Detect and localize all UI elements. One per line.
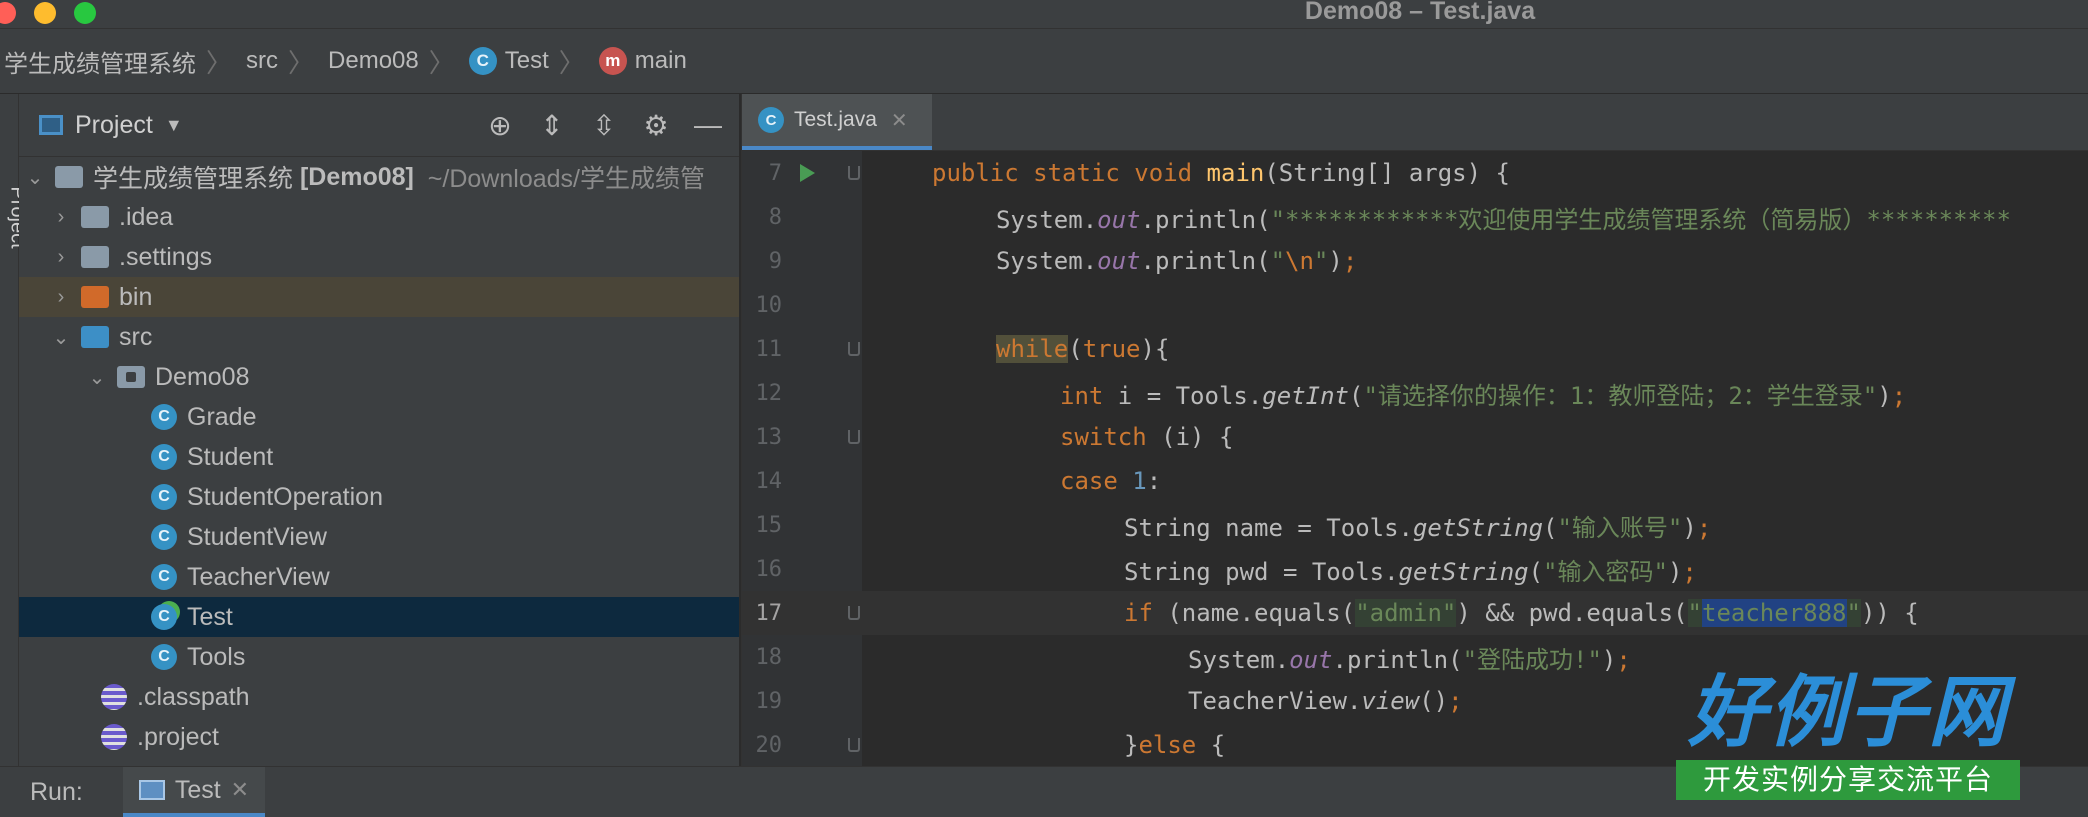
chevron-down-icon[interactable]: ⌄ bbox=[25, 165, 45, 190]
run-gutter-icon[interactable] bbox=[800, 164, 815, 182]
method-icon: m bbox=[598, 47, 627, 75]
folder-icon bbox=[81, 246, 109, 268]
class-icon: C bbox=[151, 484, 177, 510]
tree-item-class[interactable]: C Student bbox=[19, 437, 739, 477]
code-line: 12 int i = Tools.getInt("请选择你的操作：1：教师登陆；… bbox=[755, 380, 1907, 410]
left-tool-strip: Project bbox=[0, 94, 29, 766]
tree-item-class[interactable]: C StudentOperation bbox=[19, 477, 739, 517]
close-tab-icon[interactable]: ✕ bbox=[231, 777, 249, 803]
package-icon bbox=[117, 366, 145, 388]
chevron-right-icon: 〉 bbox=[558, 47, 585, 78]
tree-item-package[interactable]: ⌄ Demo08 bbox=[19, 357, 739, 397]
run-label: Run: bbox=[30, 777, 83, 806]
chevron-down-icon[interactable]: ⌄ bbox=[87, 365, 107, 390]
project-view-selector[interactable]: Project ▼ bbox=[39, 111, 183, 140]
tree-item-settings[interactable]: › .settings bbox=[19, 237, 739, 277]
window-title: Demo08 – Test.java bbox=[1304, 0, 1536, 25]
tree-item-class[interactable]: C StudentView bbox=[19, 517, 739, 557]
code-line: 10 bbox=[755, 292, 783, 318]
watermark-logo: 好例子网 开发实例分享交流平台 bbox=[1676, 670, 2020, 804]
class-icon: C bbox=[468, 47, 497, 75]
eclipse-file-icon bbox=[101, 724, 127, 750]
project-panel: Project ▼ ⊕ ⇕ ⇳ ⚙ — ⌄ 学生成绩管理系统 [Demo08] … bbox=[19, 94, 739, 766]
chevron-down-icon[interactable]: ⌄ bbox=[51, 325, 71, 350]
code-line: 15 String name = Tools.getString("输入账号")… bbox=[755, 512, 1712, 542]
console-icon bbox=[138, 780, 165, 800]
fold-icon[interactable] bbox=[848, 430, 860, 444]
title-bar: Demo08 – Test.java bbox=[0, 0, 2088, 29]
tree-item-class[interactable]: C Tools bbox=[19, 637, 739, 677]
class-icon: C bbox=[151, 524, 177, 550]
code-line: 7 public static void main(String[] args)… bbox=[768, 159, 1510, 187]
tree-item-class[interactable]: C TeacherView bbox=[19, 557, 739, 597]
code-line: 16 String pwd = Tools.getString("输入密码"); bbox=[755, 556, 1697, 586]
code-editor: C Test.java ✕ 7 public static void main(… bbox=[741, 94, 2088, 766]
code-line: 9 System.out.println("\n"); bbox=[768, 247, 1358, 275]
code-line: 13 switch (i) { bbox=[755, 423, 1234, 451]
tree-item-class[interactable]: C Grade bbox=[19, 397, 739, 437]
fold-icon[interactable] bbox=[848, 166, 860, 180]
breadcrumb-item-class[interactable]: C Test bbox=[468, 47, 549, 75]
breadcrumb-item-src[interactable]: src bbox=[246, 47, 278, 75]
excluded-folder-icon bbox=[81, 286, 109, 308]
tree-item-src[interactable]: ⌄ src bbox=[19, 317, 739, 357]
tree-item-class-selected[interactable]: C Test bbox=[19, 597, 739, 637]
chevron-right-icon: 〉 bbox=[428, 47, 455, 78]
run-tab-test[interactable]: Test ✕ bbox=[122, 767, 266, 817]
code-line-current: 17 if (name.equals("admin") && pwd.equal… bbox=[742, 591, 2088, 635]
collapse-all-icon[interactable]: ⇳ bbox=[587, 108, 621, 142]
expand-all-icon[interactable]: ⇕ bbox=[535, 108, 569, 142]
tree-item-file[interactable]: .classpath bbox=[19, 677, 739, 717]
chevron-right-icon[interactable]: › bbox=[51, 286, 71, 309]
code-line: 8 System.out.println("************欢迎使用学生… bbox=[768, 204, 2011, 234]
close-tab-icon[interactable]: ✕ bbox=[891, 108, 908, 133]
chevron-right-icon[interactable]: › bbox=[51, 246, 71, 269]
folder-icon bbox=[81, 206, 109, 228]
class-icon: C bbox=[758, 107, 784, 133]
hide-icon[interactable]: — bbox=[691, 108, 725, 142]
tree-item-file[interactable]: .project bbox=[19, 717, 739, 757]
locate-icon[interactable]: ⊕ bbox=[483, 108, 517, 142]
editor-tabs: C Test.java ✕ bbox=[742, 94, 2088, 151]
eclipse-file-icon bbox=[101, 684, 127, 710]
breadcrumb: 学生成绩管理系统 〉 src 〉 Demo08 〉 C Test 〉 m mai… bbox=[0, 29, 2088, 94]
fold-icon[interactable] bbox=[848, 738, 860, 752]
breadcrumb-item-method[interactable]: m main bbox=[598, 47, 687, 75]
gear-icon[interactable]: ⚙ bbox=[639, 108, 673, 142]
tree-item-bin[interactable]: › bin bbox=[19, 277, 739, 317]
runnable-class-icon: C bbox=[151, 604, 177, 630]
fold-icon[interactable] bbox=[848, 606, 860, 620]
tree-item-root[interactable]: ⌄ 学生成绩管理系统 [Demo08] ~/Downloads/学生成绩管 bbox=[19, 157, 739, 197]
project-panel-header: Project ▼ ⊕ ⇕ ⇳ ⚙ — bbox=[19, 94, 739, 157]
class-icon: C bbox=[151, 564, 177, 590]
source-folder-icon bbox=[81, 326, 109, 348]
class-icon: C bbox=[151, 444, 177, 470]
project-tree: ⌄ 学生成绩管理系统 [Demo08] ~/Downloads/学生成绩管 › … bbox=[19, 157, 739, 757]
class-icon: C bbox=[151, 644, 177, 670]
chevron-right-icon: 〉 bbox=[288, 47, 315, 78]
fold-icon[interactable] bbox=[848, 342, 860, 356]
breadcrumb-item-project[interactable]: 学生成绩管理系统 bbox=[4, 44, 196, 79]
code-line: 14 case 1: bbox=[755, 467, 1162, 495]
caret-down-icon: ▼ bbox=[164, 114, 183, 135]
project-icon bbox=[39, 115, 63, 135]
chevron-right-icon: 〉 bbox=[206, 47, 233, 78]
chevron-right-icon[interactable]: › bbox=[51, 206, 71, 229]
code-line: 11 while(true){ bbox=[755, 335, 1170, 363]
breadcrumb-item-package[interactable]: Demo08 bbox=[328, 47, 419, 75]
tab-test-java[interactable]: C Test.java ✕ bbox=[742, 94, 932, 150]
module-folder-icon bbox=[55, 166, 83, 188]
tree-item-idea[interactable]: › .idea bbox=[19, 197, 739, 237]
class-icon: C bbox=[151, 404, 177, 430]
